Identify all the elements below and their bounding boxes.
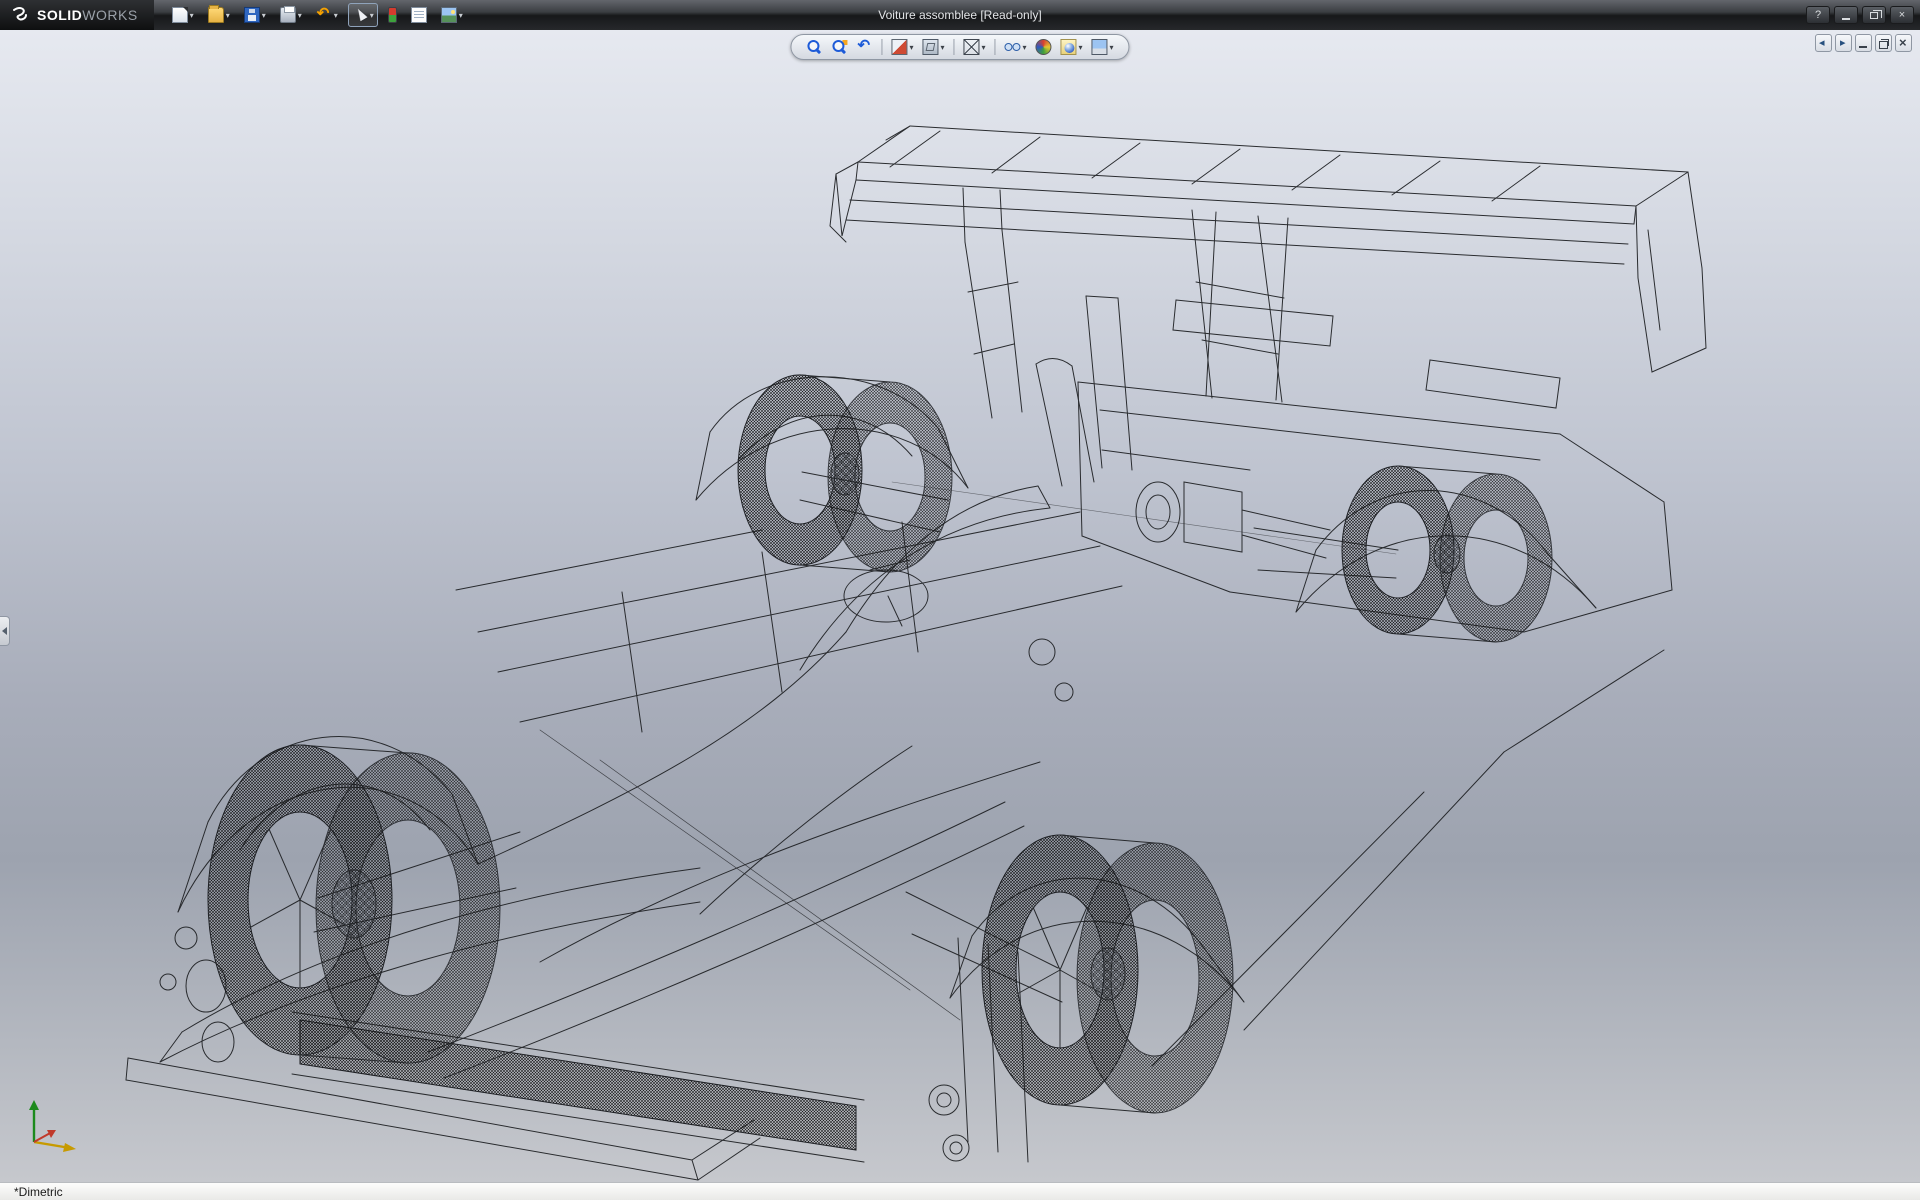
brand-name: SOLIDWORKS bbox=[37, 7, 138, 23]
display-style-dropdown-arrow[interactable] bbox=[981, 43, 985, 52]
options-dropdown-arrow[interactable] bbox=[459, 11, 463, 20]
minimize-icon bbox=[1842, 18, 1850, 20]
zoom-to-area-icon bbox=[831, 39, 847, 55]
title-bar: SOLIDWORKS Voiture assomblee [Read-only]… bbox=[0, 0, 1920, 30]
document-restore-button[interactable] bbox=[1875, 34, 1892, 52]
orientation-triad-icon bbox=[18, 1092, 90, 1156]
display-style-button[interactable] bbox=[960, 37, 988, 57]
document-minimize-icon bbox=[1857, 37, 1870, 50]
zoom-to-area-button[interactable] bbox=[828, 37, 850, 57]
close-button[interactable]: × bbox=[1890, 6, 1914, 24]
print-button[interactable] bbox=[276, 3, 306, 27]
viewport-previous-icon bbox=[1817, 37, 1830, 50]
help-icon: ? bbox=[1815, 10, 1821, 21]
view-settings-icon bbox=[1092, 39, 1108, 55]
section-view-button[interactable] bbox=[888, 37, 916, 57]
display-style-icon bbox=[963, 39, 979, 55]
hide-show-items-button[interactable] bbox=[1002, 37, 1030, 57]
document-minimize-button[interactable] bbox=[1855, 34, 1872, 52]
document-restore-icon bbox=[1877, 37, 1890, 50]
document-close-button[interactable] bbox=[1895, 34, 1912, 52]
document-close-icon bbox=[1897, 37, 1910, 50]
section-view-dropdown-arrow[interactable] bbox=[909, 43, 913, 52]
new-document-button[interactable] bbox=[168, 3, 198, 27]
options-button[interactable] bbox=[437, 3, 467, 27]
brand-name-light: WORKS bbox=[82, 7, 137, 23]
zoom-to-fit-button[interactable] bbox=[803, 37, 825, 57]
new-document-icon bbox=[172, 7, 188, 23]
view-orientation-button[interactable] bbox=[919, 37, 947, 57]
heads-up-view-toolbar bbox=[790, 34, 1129, 60]
rebuild-button[interactable] bbox=[384, 3, 401, 27]
application-brand: SOLIDWORKS bbox=[0, 0, 154, 30]
select-dropdown-arrow[interactable] bbox=[370, 11, 374, 20]
select-icon bbox=[352, 7, 368, 23]
hide-show-items-dropdown-arrow[interactable] bbox=[1023, 43, 1027, 52]
restore-button[interactable] bbox=[1862, 6, 1886, 24]
graphics-viewport[interactable] bbox=[0, 30, 1920, 1182]
apply-scene-icon bbox=[1061, 39, 1077, 55]
view-orientation-icon bbox=[922, 39, 938, 55]
undo-button[interactable] bbox=[312, 3, 342, 27]
view-orientation-status: *Dimetric bbox=[14, 1185, 63, 1199]
rebuild-icon bbox=[388, 7, 397, 23]
status-bar: *Dimetric bbox=[0, 1182, 1920, 1200]
document-window-buttons bbox=[1815, 34, 1912, 52]
save-button[interactable] bbox=[240, 3, 270, 27]
new-document-dropdown-arrow[interactable] bbox=[190, 11, 194, 20]
previous-view-button[interactable] bbox=[853, 37, 875, 57]
save-dropdown-arrow[interactable] bbox=[262, 11, 266, 20]
open-document-dropdown-arrow[interactable] bbox=[226, 11, 230, 20]
wireframe-race-car-model[interactable] bbox=[0, 30, 1920, 1182]
viewport-previous-button[interactable] bbox=[1815, 34, 1832, 52]
toolbar-separator bbox=[881, 39, 882, 55]
apply-scene-dropdown-arrow[interactable] bbox=[1079, 43, 1083, 52]
open-document-icon bbox=[208, 7, 224, 23]
undo-icon bbox=[316, 7, 332, 23]
toolbar-separator bbox=[995, 39, 996, 55]
ds-logo-icon bbox=[10, 5, 30, 25]
featuremanager-collapse-tab[interactable] bbox=[0, 616, 10, 646]
main-toolbar bbox=[154, 3, 467, 27]
zoom-to-fit-icon bbox=[806, 39, 822, 55]
file-properties-button[interactable] bbox=[407, 3, 431, 27]
options-icon bbox=[441, 7, 457, 23]
view-orientation-dropdown-arrow[interactable] bbox=[940, 43, 944, 52]
open-document-button[interactable] bbox=[204, 3, 234, 27]
window-controls: ? × bbox=[1806, 0, 1914, 30]
brand-name-bold: SOLID bbox=[37, 7, 82, 23]
view-settings-button[interactable] bbox=[1089, 37, 1117, 57]
edit-appearance-icon bbox=[1036, 39, 1052, 55]
document-title: Voiture assomblee [Read-only] bbox=[878, 8, 1041, 22]
undo-dropdown-arrow[interactable] bbox=[334, 11, 338, 20]
file-properties-icon bbox=[411, 7, 427, 23]
toolbar-separator bbox=[953, 39, 954, 55]
close-icon: × bbox=[1899, 10, 1905, 21]
print-dropdown-arrow[interactable] bbox=[298, 11, 302, 20]
restore-icon bbox=[1870, 12, 1878, 19]
edit-appearance-button[interactable] bbox=[1033, 37, 1055, 57]
previous-view-icon bbox=[856, 39, 872, 55]
hide-show-items-icon bbox=[1005, 39, 1021, 55]
select-button[interactable] bbox=[348, 3, 378, 27]
save-icon bbox=[244, 7, 260, 23]
apply-scene-button[interactable] bbox=[1058, 37, 1086, 57]
print-icon bbox=[280, 7, 296, 23]
help-button[interactable]: ? bbox=[1806, 6, 1830, 24]
view-settings-dropdown-arrow[interactable] bbox=[1110, 43, 1114, 52]
minimize-button[interactable] bbox=[1834, 6, 1858, 24]
section-view-icon bbox=[891, 39, 907, 55]
viewport-next-icon bbox=[1837, 37, 1850, 50]
viewport-next-button[interactable] bbox=[1835, 34, 1852, 52]
